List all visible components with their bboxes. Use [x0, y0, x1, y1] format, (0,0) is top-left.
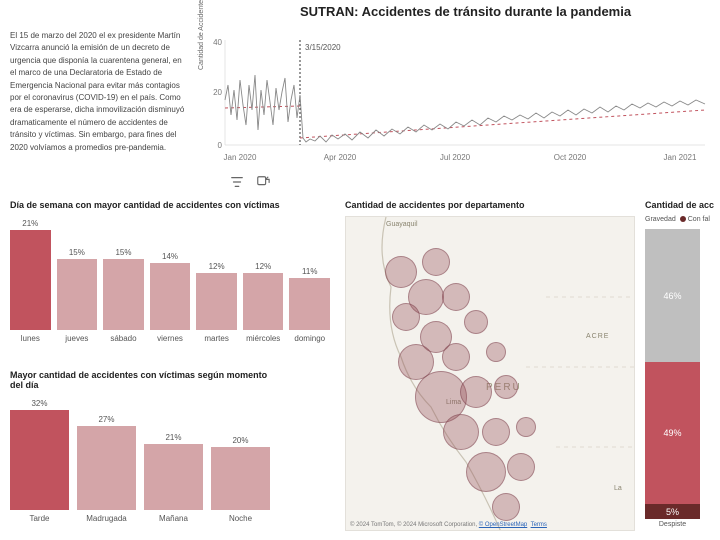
map-title: Cantidad de accidentes por departamento: [345, 200, 635, 210]
lockdown-annotation: 3/15/2020: [305, 43, 341, 52]
xtick: Jan 2020: [224, 153, 257, 162]
weekday-chart[interactable]: Día de semana con mayor cantidad de acci…: [10, 200, 330, 343]
bar-rect: [10, 410, 69, 510]
bar-label: Tarde: [29, 514, 49, 523]
map-bubble[interactable]: [385, 256, 417, 288]
bar-value: 15%: [115, 248, 131, 257]
timeline-svg: 0 20 40 3/15/2020 Jan 2020 Apr 2020 Jul …: [200, 30, 710, 170]
severity-legend: GravedadCon fal: [645, 216, 720, 223]
severity-segment[interactable]: 5%: [645, 504, 700, 519]
xtick: Oct 2020: [554, 153, 587, 162]
bar-label: Noche: [229, 514, 252, 523]
timeline-series: [225, 75, 705, 142]
bar-rect: [289, 278, 330, 330]
bar-rect: [211, 447, 270, 510]
moment-chart[interactable]: Mayor cantidad de accidentes con víctima…: [10, 370, 270, 523]
map-bubble[interactable]: [443, 414, 479, 450]
bar-rect: [150, 263, 191, 330]
bar-value: 15%: [69, 248, 85, 257]
map-bubble[interactable]: [494, 375, 518, 399]
bar-label: sábado: [110, 334, 136, 343]
city-label-la: La: [614, 485, 622, 492]
city-label-guayaquil: Guayaquil: [386, 221, 418, 228]
map-bubble[interactable]: [466, 452, 506, 492]
map-bubble[interactable]: [516, 417, 536, 437]
legend-dot-icon: [680, 216, 686, 222]
bar-rect: [77, 426, 136, 510]
bar-value: 27%: [98, 415, 114, 424]
bar-value: 21%: [22, 219, 38, 228]
severity-segment[interactable]: 46%: [645, 229, 700, 362]
weekday-bar[interactable]: 12% miércoles: [243, 262, 284, 343]
map-credit-terms-link[interactable]: Terms: [531, 522, 547, 528]
weekday-bar[interactable]: 12% martes: [196, 262, 237, 343]
xtick: Jan 2021: [664, 153, 697, 162]
map-canvas[interactable]: Guayaquil PERU Lima ACRE La © 2024 TomTo…: [345, 216, 635, 531]
bar-label: Madrugada: [86, 514, 126, 523]
bar-label: domingo: [294, 334, 325, 343]
bar-label: martes: [204, 334, 228, 343]
map-bubble[interactable]: [460, 376, 492, 408]
ytick-1: 20: [213, 88, 222, 97]
bar-label: Mañana: [159, 514, 188, 523]
page-title: SUTRAN: Accidentes de tránsito durante l…: [300, 4, 631, 19]
map-credit-osm-link[interactable]: © OpenStreetMap: [479, 522, 527, 528]
timeline-chart[interactable]: Cantidad de Accidentes 0 20 40 3/15/2020…: [200, 30, 710, 170]
moment-title: Mayor cantidad de accidentes con víctima…: [10, 370, 270, 390]
bar-value: 12%: [255, 262, 271, 271]
severity-title: Cantidad de acc: [645, 200, 720, 210]
map-bubble[interactable]: [482, 418, 510, 446]
map-bubble[interactable]: [464, 310, 488, 334]
xtick: Jul 2020: [440, 153, 471, 162]
moment-bar[interactable]: 32% Tarde: [10, 399, 69, 523]
moment-bar[interactable]: 27% Madrugada: [77, 415, 136, 523]
weekday-bar[interactable]: 15% jueves: [57, 248, 98, 343]
map-bubble[interactable]: [492, 493, 520, 521]
bar-value: 14%: [162, 252, 178, 261]
map-bubble[interactable]: [392, 303, 420, 331]
severity-chart[interactable]: Cantidad de acc GravedadCon fal 46%49%5%…: [645, 200, 720, 528]
map-bubble[interactable]: [442, 283, 470, 311]
bar-rect: [196, 273, 237, 330]
weekday-bar[interactable]: 14% viernes: [150, 252, 191, 343]
bar-label: viernes: [157, 334, 183, 343]
severity-segment[interactable]: 49%: [645, 362, 700, 504]
weekday-bar[interactable]: 21% lunes: [10, 219, 51, 343]
weekday-bar[interactable]: 15% sábado: [103, 248, 144, 343]
bar-label: jueves: [65, 334, 88, 343]
ytick-0: 0: [218, 141, 223, 150]
map-credit: © 2024 TomTom, © 2024 Microsoft Corporat…: [350, 522, 547, 528]
bar-label: miércoles: [246, 334, 280, 343]
moment-bar[interactable]: 20% Noche: [211, 436, 270, 523]
bar-rect: [243, 273, 284, 330]
bar-label: lunes: [21, 334, 40, 343]
ytick-2: 40: [213, 38, 222, 47]
focus-mode-icon[interactable]: [256, 175, 270, 189]
bar-value: 20%: [232, 436, 248, 445]
bar-rect: [103, 259, 144, 330]
bar-value: 11%: [302, 267, 317, 276]
bar-value: 12%: [209, 262, 225, 271]
map-bubble[interactable]: [507, 453, 535, 481]
map-bubble[interactable]: [442, 343, 470, 371]
bar-value: 21%: [165, 433, 181, 442]
filter-icon[interactable]: [230, 175, 244, 189]
intro-paragraph: El 15 de marzo del 2020 el ex presidente…: [10, 30, 190, 154]
bar-rect: [10, 230, 51, 330]
weekday-bar[interactable]: 11% domingo: [289, 267, 330, 343]
xtick: Apr 2020: [324, 153, 357, 162]
bar-rect: [57, 259, 98, 330]
moment-bar[interactable]: 21% Mañana: [144, 433, 203, 523]
severity-caption: Despiste: [645, 521, 700, 528]
weekday-title: Día de semana con mayor cantidad de acci…: [10, 200, 330, 210]
map-bubble[interactable]: [486, 342, 506, 362]
timeline-yaxis-label: Cantidad de Accidentes: [198, 0, 205, 70]
state-label-acre: ACRE: [586, 333, 609, 340]
map-bubble[interactable]: [422, 248, 450, 276]
map-section: Cantidad de accidentes por departamento …: [345, 200, 635, 531]
bar-value: 32%: [31, 399, 47, 408]
bar-rect: [144, 444, 203, 510]
